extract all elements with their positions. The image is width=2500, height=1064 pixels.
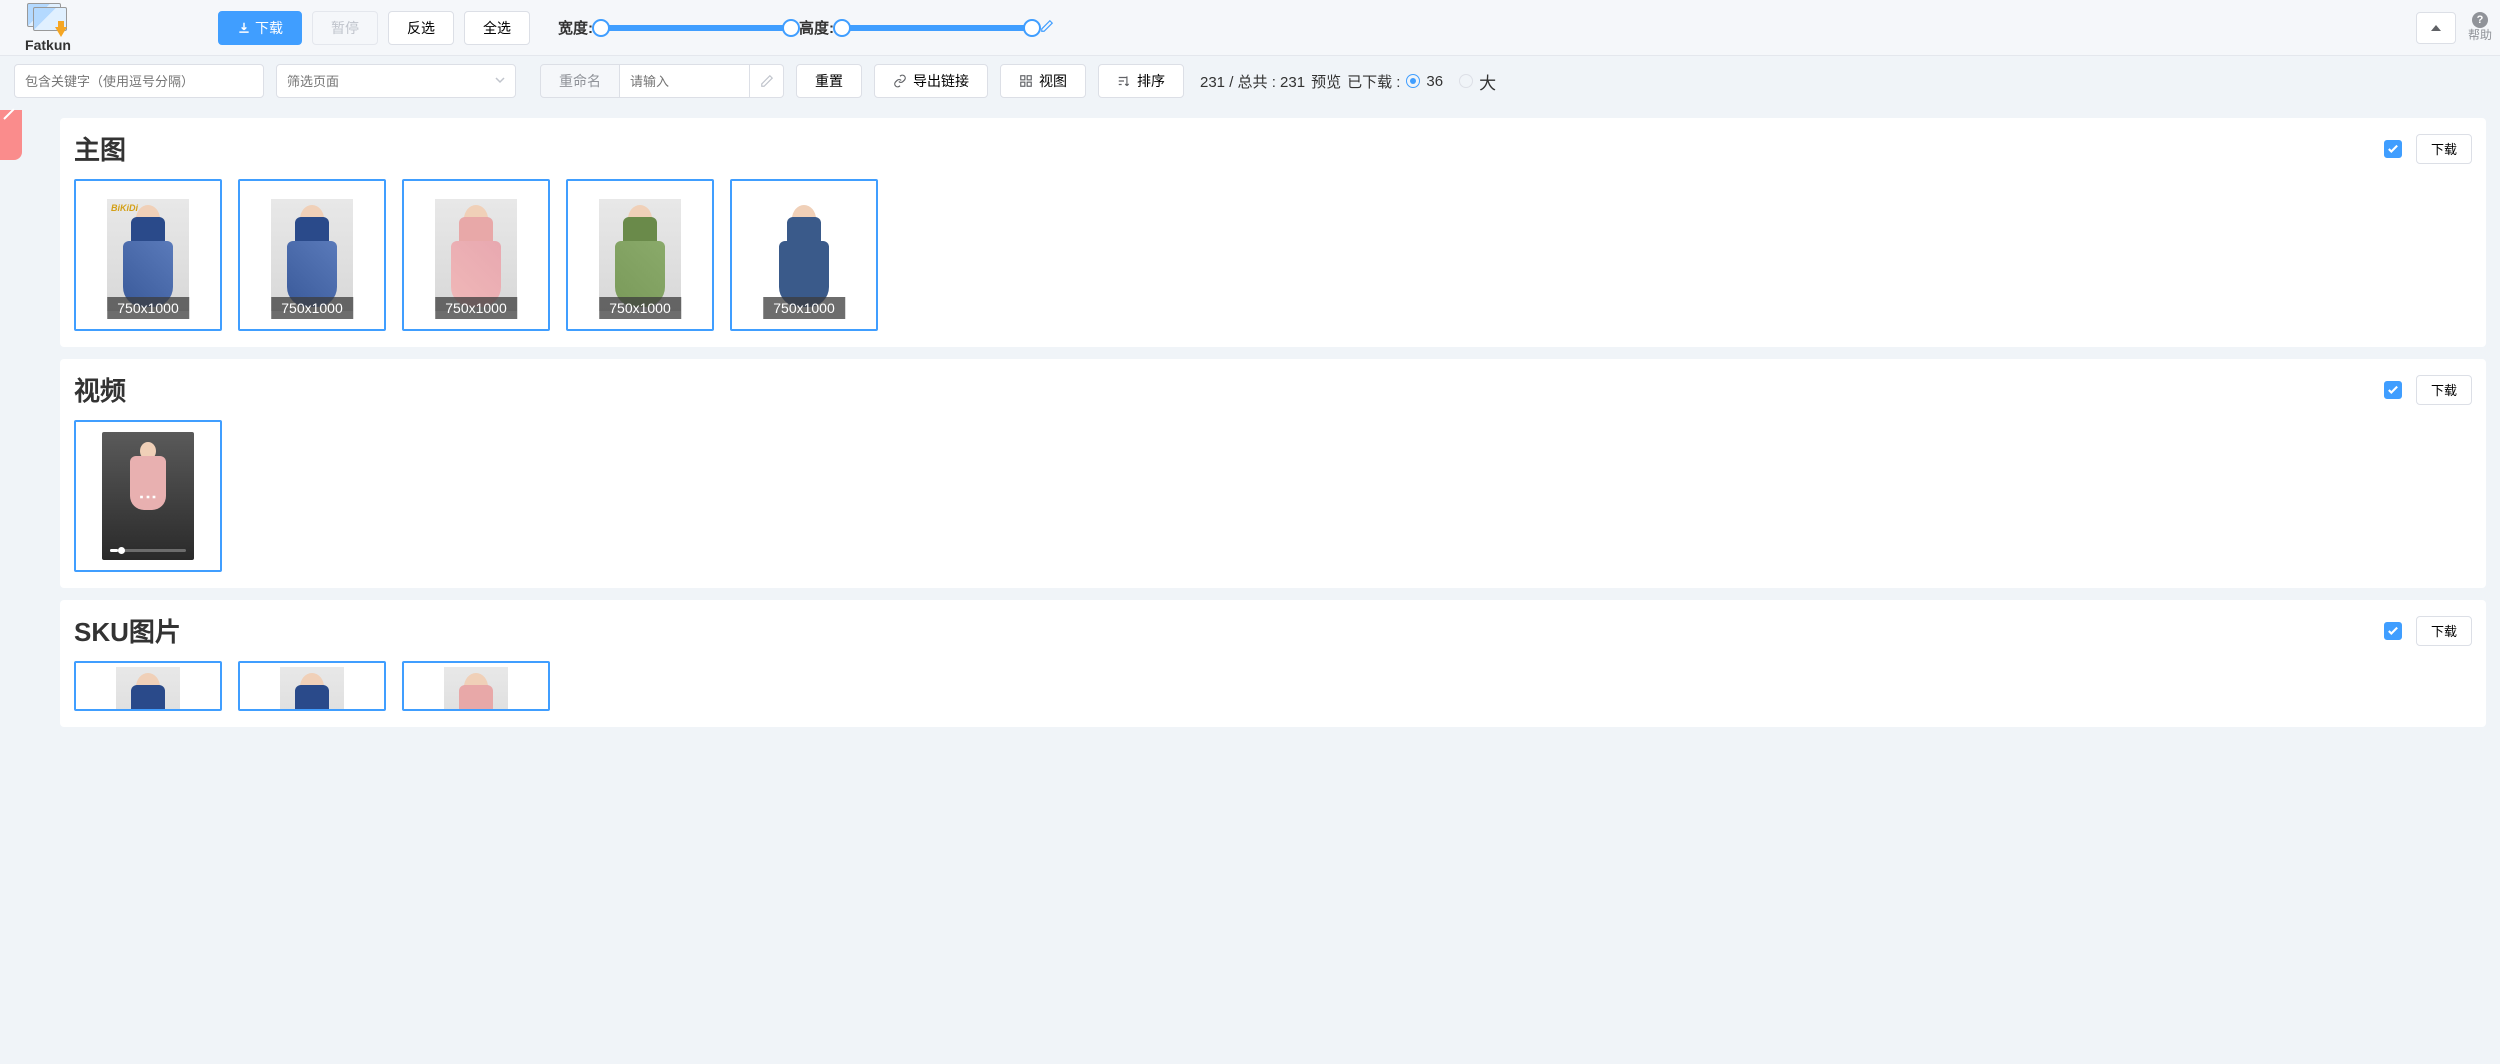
preview-size-radio-large[interactable] <box>1459 74 1473 88</box>
sort-label: 排序 <box>1137 71 1165 91</box>
pause-label: 暂停 <box>331 18 359 38</box>
size-badge: 750x1000 <box>271 297 353 319</box>
view-label: 视图 <box>1039 71 1067 91</box>
section-title: SKU图片 <box>74 612 2384 649</box>
invert-label: 反选 <box>407 18 435 38</box>
selection-count: 231 / 总共 : 231 <box>1200 71 1305 92</box>
reset-label: 重置 <box>815 71 843 91</box>
thumbnail[interactable] <box>238 661 386 711</box>
width-slider-max-handle[interactable] <box>782 19 800 37</box>
thumbnail[interactable]: 750x1000 <box>238 179 386 331</box>
reset-button[interactable]: 重置 <box>796 64 862 98</box>
video-menu-icon: ⋮ <box>137 488 159 504</box>
height-label: 高度: <box>799 17 834 38</box>
preview-size-radio-selected[interactable] <box>1406 74 1420 88</box>
help-icon: ? <box>2472 12 2488 28</box>
thumbnail[interactable]: 750x1000 <box>402 179 550 331</box>
thumbnail[interactable]: ⋮ <box>74 420 222 572</box>
view-button[interactable]: 视图 <box>1000 64 1086 98</box>
section-title: 视频 <box>74 371 2384 408</box>
rename-label: 重命名 <box>559 71 601 91</box>
help-button[interactable]: ? 帮助 <box>2468 12 2492 42</box>
image-preview <box>280 667 344 711</box>
slider-edit-icon[interactable] <box>1040 19 1054 36</box>
video-progress <box>110 549 186 552</box>
downloaded-count: 36 <box>1426 73 1443 90</box>
size-badge: 750x1000 <box>435 297 517 319</box>
size-badge: 750x1000 <box>107 297 189 319</box>
section-download-button[interactable]: 下载 <box>2416 375 2472 405</box>
app-logo-icon <box>27 3 69 35</box>
thumbnail[interactable]: BiKiDi750x1000 <box>74 179 222 331</box>
export-links-label: 导出链接 <box>913 71 969 91</box>
download-label: 下载 <box>255 18 283 38</box>
image-preview <box>763 199 845 311</box>
image-preview <box>444 667 508 711</box>
image-preview <box>271 199 353 311</box>
topbar: Fatkun 下载 暂停 反选 全选 宽度: 高度: ? 帮助 <box>0 0 2500 56</box>
image-preview <box>435 199 517 311</box>
image-preview <box>116 667 180 711</box>
size-large-label: 大 <box>1479 69 1496 94</box>
size-badge: 750x1000 <box>599 297 681 319</box>
image-preview: BiKiDi <box>107 199 189 311</box>
app-logo: Fatkun <box>8 3 88 53</box>
width-label: 宽度: <box>558 17 593 38</box>
height-slider[interactable] <box>842 25 1032 31</box>
section-title: 主图 <box>74 130 2384 167</box>
page-filter-input[interactable] <box>276 64 516 98</box>
section-0: 主图下载BiKiDi750x1000750x1000750x1000750x10… <box>60 118 2486 347</box>
select-all-label: 全选 <box>483 18 511 38</box>
thumbnail[interactable]: 750x1000 <box>730 179 878 331</box>
section-download-button[interactable]: 下载 <box>2416 616 2472 646</box>
preview-label: 预览 <box>1311 71 1341 92</box>
keyword-input[interactable] <box>14 64 264 98</box>
rename-input[interactable] <box>620 64 750 98</box>
image-preview <box>599 199 681 311</box>
more-dropdown-button[interactable] <box>2416 12 2456 44</box>
width-slider-min-handle[interactable] <box>592 19 610 37</box>
filter-toolbar: 重命名 重置 导出链接 视图 排序 231 / 总共 : 231 预览 已下载 … <box>0 56 2500 106</box>
caret-up-icon <box>2431 25 2441 31</box>
height-slider-min-handle[interactable] <box>833 19 851 37</box>
app-name: Fatkun <box>25 37 71 53</box>
pause-button: 暂停 <box>312 11 378 45</box>
export-links-button[interactable]: 导出链接 <box>874 64 988 98</box>
size-badge: 750x1000 <box>763 297 845 319</box>
height-slider-max-handle[interactable] <box>1023 19 1041 37</box>
sort-button[interactable]: 排序 <box>1098 64 1184 98</box>
help-label: 帮助 <box>2468 29 2492 42</box>
download-button[interactable]: 下载 <box>218 11 302 45</box>
side-collapse-tab[interactable] <box>0 110 22 160</box>
preview-size-group: 预览 已下载 : 36 大 <box>1311 69 1496 94</box>
invert-selection-button[interactable]: 反选 <box>388 11 454 45</box>
section-checkbox[interactable] <box>2384 622 2402 640</box>
thumbnail[interactable] <box>402 661 550 711</box>
link-icon <box>893 74 907 88</box>
sort-icon <box>1117 74 1131 88</box>
select-all-button[interactable]: 全选 <box>464 11 530 45</box>
section-2: SKU图片 下载 <box>60 600 2486 727</box>
section-1: 视频 下载 ⋮ <box>60 359 2486 588</box>
width-slider[interactable] <box>601 25 791 31</box>
section-checkbox[interactable] <box>2384 381 2402 399</box>
section-checkbox[interactable] <box>2384 140 2402 158</box>
thumbnail[interactable]: 750x1000 <box>566 179 714 331</box>
rename-button[interactable]: 重命名 <box>540 64 620 98</box>
video-preview: ⋮ <box>102 432 194 560</box>
page-filter-select[interactable] <box>276 64 516 98</box>
section-download-button[interactable]: 下载 <box>2416 134 2472 164</box>
grid-icon <box>1019 74 1033 88</box>
rename-edit-icon[interactable] <box>750 64 784 98</box>
thumbnail[interactable] <box>74 661 222 711</box>
download-icon <box>237 21 251 35</box>
downloaded-label: 已下载 : <box>1347 71 1400 92</box>
